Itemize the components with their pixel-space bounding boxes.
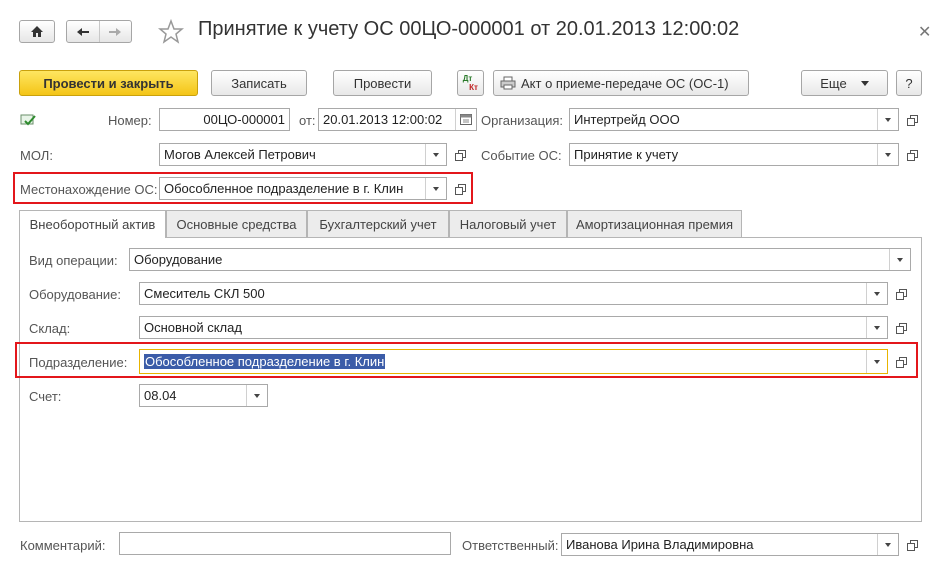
department-label: Подразделение: — [29, 355, 128, 370]
more-button[interactable]: Еще — [801, 70, 888, 96]
event-field[interactable]: Принятие к учету — [569, 143, 899, 166]
open-mol-icon[interactable] — [451, 146, 469, 164]
arrow-right-icon — [109, 27, 122, 36]
responsible-field[interactable]: Иванова Ирина Владимировна — [561, 533, 899, 556]
chevron-down-icon[interactable] — [866, 317, 887, 338]
home-icon — [31, 26, 43, 37]
page-title: Принятие к учету ОС 00ЦО-000001 от 20.01… — [198, 18, 740, 40]
chevron-down-icon[interactable] — [877, 109, 898, 130]
tab-noncurrent-asset[interactable]: Внеоборотный актив — [19, 210, 166, 238]
act-report-button[interactable]: Акт о приеме-передаче ОС (ОС-1) — [493, 70, 749, 96]
responsible-label: Ответственный: — [462, 538, 559, 553]
event-value: Принятие к учету — [574, 147, 679, 162]
chevron-down-icon[interactable] — [877, 144, 898, 165]
mol-field[interactable]: Могов Алексей Петрович — [159, 143, 447, 166]
back-button[interactable] — [67, 21, 99, 42]
account-field[interactable]: 08.04 — [139, 384, 268, 407]
post-button[interactable]: Провести — [333, 70, 432, 96]
save-button[interactable]: Записать — [211, 70, 307, 96]
open-warehouse-icon[interactable] — [892, 319, 910, 337]
operation-field[interactable]: Оборудование — [129, 248, 911, 271]
home-button[interactable] — [19, 20, 55, 43]
warehouse-field[interactable]: Основной склад — [139, 316, 888, 339]
open-organization-icon[interactable] — [903, 111, 921, 129]
chevron-down-icon[interactable] — [246, 385, 267, 406]
forward-button[interactable] — [98, 21, 132, 42]
location-field[interactable]: Обособленное подразделение в г. Клин — [159, 177, 447, 200]
open-location-icon[interactable] — [451, 180, 469, 198]
printer-icon — [500, 76, 516, 90]
mol-label: МОЛ: — [20, 148, 53, 163]
operation-value: Оборудование — [134, 252, 223, 267]
dt-kt-icon-top: Дт — [462, 74, 473, 83]
chevron-down-icon — [860, 80, 869, 86]
organization-value: Интертрейд ООО — [574, 112, 680, 127]
open-equipment-icon[interactable] — [892, 285, 910, 303]
number-value: 00ЦО-000001 — [203, 112, 285, 127]
responsible-value: Иванова Ирина Владимировна — [566, 537, 754, 552]
department-field[interactable]: Обособленное подразделение в г. Клин — [139, 349, 888, 374]
date-value: 20.01.2013 12:00:02 — [323, 112, 443, 127]
date-from-label: от: — [299, 113, 316, 128]
mol-value: Могов Алексей Петрович — [164, 147, 316, 162]
account-value: 08.04 — [144, 388, 177, 403]
star-icon — [157, 18, 185, 44]
operation-label: Вид операции: — [29, 253, 118, 268]
tab-accounting[interactable]: Бухгалтерский учет — [307, 210, 449, 237]
warehouse-label: Склад: — [29, 321, 71, 336]
tab-tax-accounting[interactable]: Налоговый учет — [449, 210, 567, 237]
organization-field[interactable]: Интертрейд ООО — [569, 108, 899, 131]
location-label: Местонахождение ОС: — [20, 182, 158, 197]
open-department-icon[interactable] — [892, 353, 910, 371]
chevron-down-icon[interactable] — [889, 249, 910, 270]
chevron-down-icon[interactable] — [425, 144, 446, 165]
chevron-down-icon[interactable] — [866, 350, 887, 373]
act-report-label: Акт о приеме-передаче ОС (ОС-1) — [521, 75, 729, 91]
warehouse-value: Основной склад — [144, 320, 242, 335]
arrow-left-icon — [76, 27, 89, 36]
dt-kt-icon-bottom: Кт — [469, 83, 478, 92]
open-responsible-icon[interactable] — [903, 536, 921, 554]
equipment-value: Смеситель СКЛ 500 — [144, 286, 265, 301]
posted-status-icon — [20, 113, 36, 130]
favorite-button[interactable] — [157, 18, 185, 45]
tab-fixed-assets[interactable]: Основные средства — [166, 210, 307, 237]
chevron-down-icon[interactable] — [425, 178, 446, 199]
organization-label: Организация: — [481, 113, 564, 128]
more-label: Еще — [820, 75, 847, 91]
number-field[interactable]: 00ЦО-000001 — [159, 108, 290, 131]
chevron-down-icon[interactable] — [866, 283, 887, 304]
comment-field[interactable] — [119, 532, 451, 555]
number-label: Номер: — [108, 113, 152, 128]
tab-panel — [19, 237, 922, 522]
comment-label: Комментарий: — [20, 538, 106, 553]
open-event-icon[interactable] — [903, 146, 921, 164]
equipment-field[interactable]: Смеситель СКЛ 500 — [139, 282, 888, 305]
department-value: Обособленное подразделение в г. Клин — [144, 354, 386, 369]
close-icon[interactable]: ✕ — [918, 22, 931, 42]
event-label: Событие ОС: — [481, 148, 562, 163]
dt-kt-button[interactable]: Дт Кт — [457, 70, 484, 96]
post-and-close-button[interactable]: Провести и закрыть — [19, 70, 198, 96]
calendar-icon[interactable] — [455, 109, 476, 130]
history-nav — [66, 20, 132, 43]
equipment-label: Оборудование: — [29, 287, 122, 302]
date-field[interactable]: 20.01.2013 12:00:02 — [318, 108, 477, 131]
tab-depreciation-bonus[interactable]: Амортизационная премия — [567, 210, 742, 237]
help-button[interactable]: ? — [896, 70, 922, 96]
location-value: Обособленное подразделение в г. Клин — [164, 181, 404, 196]
chevron-down-icon[interactable] — [877, 534, 898, 555]
account-label: Счет: — [29, 389, 62, 404]
